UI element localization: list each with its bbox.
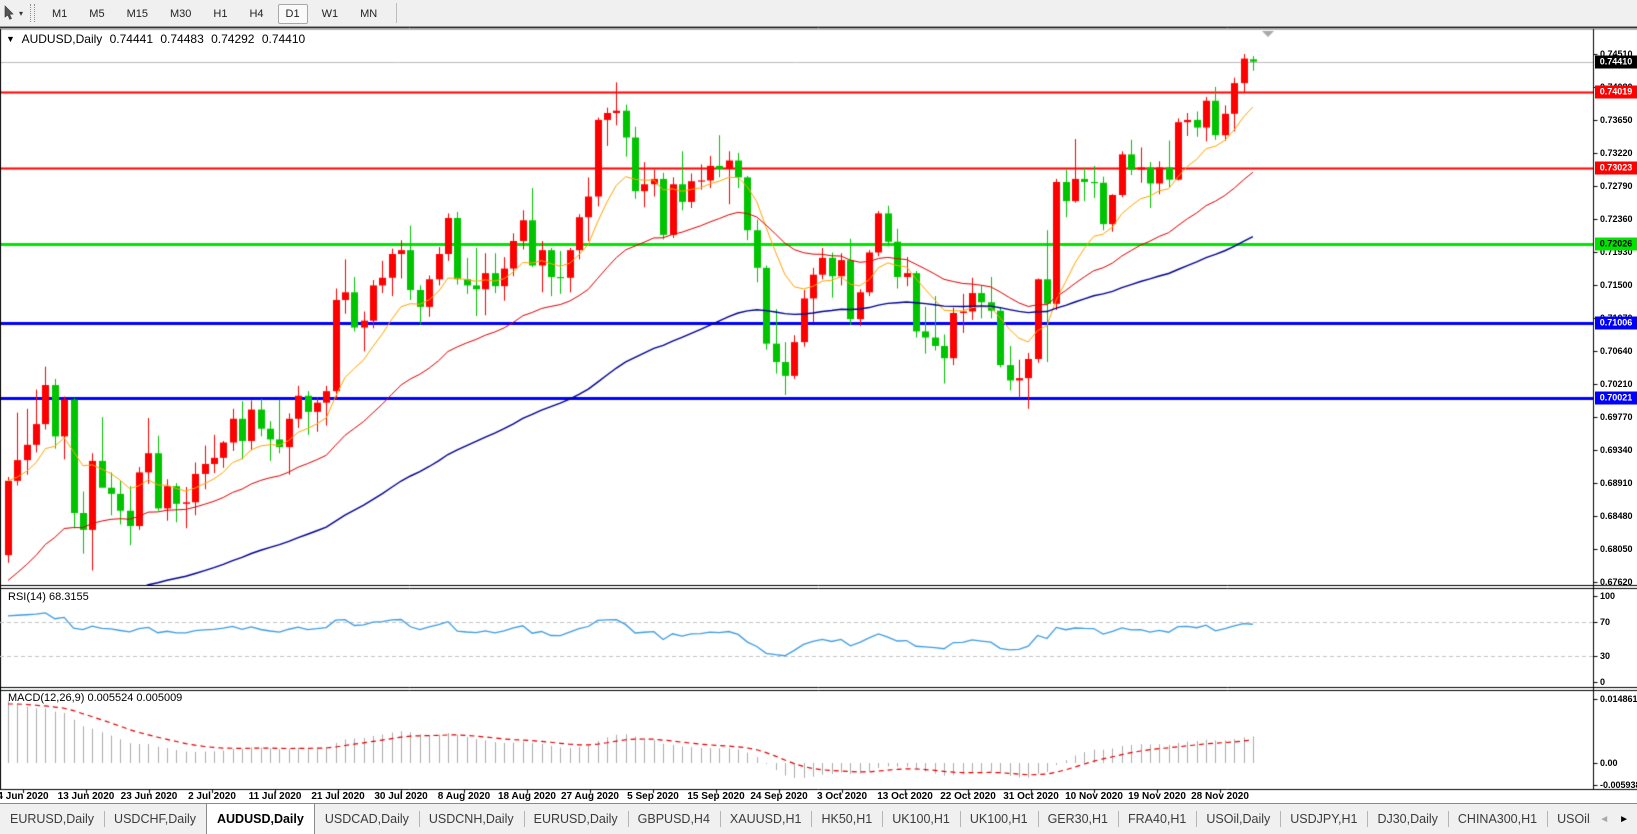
price-axis-label: 0.73220 (1600, 147, 1633, 158)
tab-xauusd-h1[interactable]: XAUUSD,H1 (719, 804, 812, 834)
hline-price-box: 0.71006 (1595, 316, 1637, 329)
date-axis-label: 23 Jun 2020 (120, 791, 178, 802)
timeframe-button-m5[interactable]: M5 (81, 4, 112, 24)
tab-ger30-h1[interactable]: GER30,H1 (1037, 804, 1118, 834)
rsi-indicator-label: RSI(14) 68.3155 (8, 591, 89, 603)
price-axis-label: 0.71500 (1600, 279, 1633, 290)
rsi-axis-label: 0 (1600, 677, 1606, 687)
tab-gbpusd-h4[interactable]: GBPUSD,H4 (627, 804, 720, 834)
tab-hk50-h1[interactable]: HK50,H1 (811, 804, 882, 834)
timeframe-button-h4[interactable]: H4 (241, 4, 271, 24)
price-axis-label: 0.69770 (1600, 412, 1633, 423)
price-axis-label: 0.68910 (1600, 478, 1633, 489)
price-axis-label: 0.70210 (1600, 378, 1633, 389)
timeframe-button-h1[interactable]: H1 (205, 4, 235, 24)
hline-price-box: 0.72026 (1595, 237, 1637, 251)
date-axis-label: 13 Oct 2020 (877, 791, 933, 802)
hline-price-box: 0.73023 (1595, 161, 1637, 175)
timeframe-button-m1[interactable]: M1 (44, 4, 75, 24)
tab-usoil-daily[interactable]: USOil,Daily (1196, 804, 1280, 834)
tab-eurusd-daily[interactable]: EURUSD,Daily (523, 804, 628, 834)
date-axis-label: 3 Oct 2020 (816, 791, 868, 802)
symbol-tab-bar: EURUSD,Daily USDCHF,Daily AUDUSD,Daily USDC… (0, 803, 1637, 834)
date-axis-label: 13 Jun 2020 (57, 791, 115, 802)
macd-axis-label: 0.00 (1600, 758, 1618, 768)
date-axis-label: 31 Oct 2020 (1003, 791, 1059, 802)
date-axis-label: 22 Oct 2020 (940, 791, 996, 802)
timeframe-button-group: M1 M5 M15 M30 H1 H4 D1 W1 MN (41, 4, 388, 24)
toolbar-grip[interactable] (30, 4, 36, 22)
tab-eurusd-daily[interactable]: EURUSD,Daily (0, 804, 104, 834)
date-axis-label: 5 Sep 2020 (627, 791, 679, 802)
date-axis-label: 27 Aug 2020 (561, 791, 619, 802)
tab-uk100-h1[interactable]: UK100,H1 (959, 804, 1038, 834)
tab-scroll-right-icon[interactable]: ► (1619, 814, 1629, 825)
price-axis-label: 0.70640 (1600, 345, 1633, 356)
macd-axis-label: -0.005938 (1600, 780, 1637, 790)
toolbar: ▾ M1 M5 M15 M30 H1 H4 D1 W1 MN (0, 0, 1637, 27)
price-axis-label: 0.73650 (1600, 114, 1633, 125)
tab-dj30-daily[interactable]: DJ30,Daily (1367, 804, 1447, 834)
macd-axis-label: 0.014861 (1600, 694, 1637, 704)
chart-menu-caret-icon[interactable]: ▼ (6, 34, 15, 44)
tab-usoil-h1[interactable]: USOil,H1 (1547, 804, 1591, 834)
tab-scroll-arrows: ◄ ► (1591, 804, 1637, 834)
current-price-box: 0.74410 (1595, 55, 1637, 69)
macd-indicator-label: MACD(12,26,9) 0.005524 0.005009 (8, 692, 183, 704)
toolbar-separator (396, 3, 398, 23)
hline-price-box: 0.70021 (1595, 391, 1637, 405)
tab-audusd-daily[interactable]: AUDUSD,Daily (206, 804, 315, 834)
ohlc-close: 0.74410 (261, 32, 306, 46)
tab-china300-h1[interactable]: CHINA300,H1 (1447, 804, 1547, 834)
tab-usdcad-daily[interactable]: USDCAD,Daily (315, 804, 419, 834)
date-axis-label: 30 Jul 2020 (374, 791, 428, 802)
price-axis-label: 0.68480 (1600, 511, 1633, 522)
tab-fra40-h1[interactable]: FRA40,H1 (1118, 804, 1196, 834)
price-axis-label: 0.72360 (1600, 213, 1633, 224)
rsi-axis-label: 70 (1600, 616, 1611, 627)
hline-price-box: 0.74019 (1595, 85, 1637, 99)
tab-usdjpy-h1[interactable]: USDJPY,H1 (1280, 804, 1367, 834)
price-axis-label: 0.69340 (1600, 445, 1633, 456)
ohlc-high: 0.74483 (160, 32, 204, 46)
date-axis-label: 8 Aug 2020 (437, 791, 491, 802)
date-axis-label: 2 Jul 2020 (188, 791, 236, 802)
timeframe-button-w1[interactable]: W1 (314, 4, 347, 24)
price-axis-label: 0.68050 (1600, 544, 1633, 555)
symbol-tabs: EURUSD,Daily USDCHF,Daily AUDUSD,Daily USDC… (0, 804, 1591, 834)
timeframe-button-mn[interactable]: MN (352, 4, 385, 24)
ohlc-low: 0.74292 (211, 32, 255, 46)
price-axis-label: 0.72790 (1600, 180, 1633, 191)
tab-scroll-left-icon[interactable]: ◄ (1599, 814, 1609, 825)
chart-title[interactable]: ▼ AUDUSD,Daily 0.74441 0.74483 0.74292 0… (6, 32, 309, 46)
price-chart-canvas[interactable] (0, 0, 1637, 833)
timeframe-button-m15[interactable]: M15 (119, 4, 156, 24)
price-axis-label: 0.67620 (1600, 576, 1633, 587)
ohlc-open: 0.74441 (109, 32, 154, 46)
timeframe-button-m30[interactable]: M30 (162, 4, 199, 24)
date-axis-label: 10 Nov 2020 (1065, 791, 1123, 802)
tab-uk100-h1[interactable]: UK100,H1 (882, 804, 960, 834)
rsi-axis-label: 100 (1600, 591, 1616, 601)
tab-usdcnh-daily[interactable]: USDCNH,Daily (418, 804, 524, 834)
rsi-axis-label: 30 (1600, 651, 1611, 662)
cursor-icon[interactable] (2, 5, 18, 21)
timeframe-button-d1[interactable]: D1 (277, 4, 308, 24)
date-axis-label: 4 Jun 2020 (0, 791, 49, 802)
date-axis-label: 18 Aug 2020 (498, 791, 556, 802)
date-axis-label: 15 Sep 2020 (687, 791, 745, 802)
date-axis-label: 11 Jul 2020 (248, 791, 302, 802)
date-axis-label: 19 Nov 2020 (1128, 791, 1186, 802)
chart-symbol: AUDUSD,Daily (21, 32, 103, 46)
date-axis-label: 28 Nov 2020 (1191, 791, 1249, 802)
date-axis-label: 21 Jul 2020 (311, 791, 365, 802)
chevron-down-icon[interactable]: ▾ (19, 9, 23, 18)
tab-usdchf-daily[interactable]: USDCHF,Daily (104, 804, 206, 834)
date-axis-label: 24 Sep 2020 (750, 791, 808, 802)
